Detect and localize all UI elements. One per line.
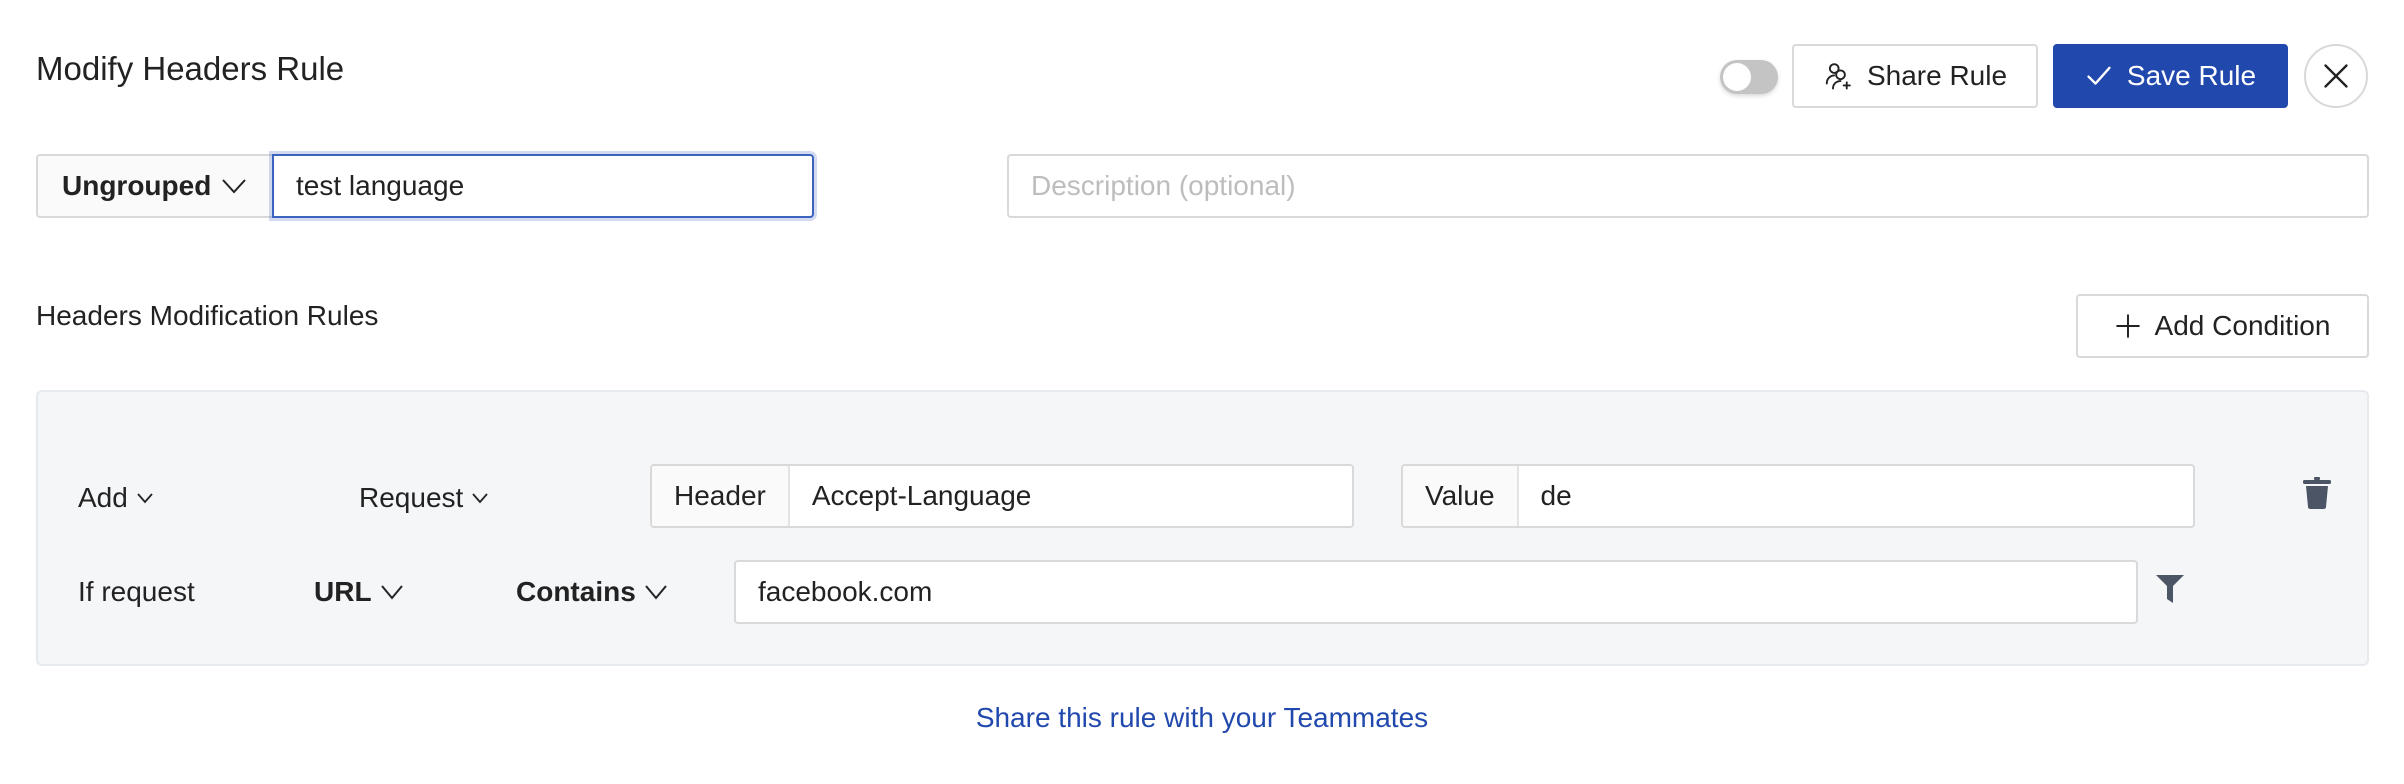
share-with-teammates-link[interactable]: Share this rule with your Teammates [0,702,2404,734]
action-dropdown-value: Add [78,482,128,513]
rule-pair-panel [36,390,2369,666]
target-dropdown[interactable]: Request [359,478,489,518]
value-addon-label: Value [1403,466,1519,526]
page-title: Modify Headers Rule [36,50,345,87]
rule-name-input[interactable] [272,154,814,218]
header-value-field: Value [1401,464,2195,528]
check-icon [2085,62,2113,90]
add-condition-label: Add Condition [2154,310,2331,341]
group-select-value: Ungrouped [62,170,212,201]
action-dropdown[interactable]: Add [78,478,154,518]
condition-label: If request [78,576,195,607]
header-addon-label: Header [652,466,790,526]
share-rule-label: Share Rule [1866,60,2008,91]
condition-operator-dropdown[interactable]: Contains [516,572,668,612]
chevron-down-icon [136,491,154,505]
save-rule-label: Save Rule [2126,60,2257,91]
condition-field-dropdown[interactable]: URL [314,572,404,612]
target-dropdown-value: Request [359,482,464,513]
header-name-field: Header [650,464,1354,528]
filter-icon[interactable] [2152,572,2188,606]
header-value-input[interactable] [1518,466,2193,526]
toggle-knob [1723,63,1751,91]
chevron-down-icon [380,583,404,601]
close-icon [2322,62,2350,90]
description-input[interactable] [1007,154,2369,218]
trash-icon[interactable] [2300,474,2334,512]
condition-value-input[interactable] [734,560,2138,624]
condition-operator-value: Contains [516,576,636,607]
rule-status-toggle[interactable] [1720,60,1778,94]
share-rule-button[interactable]: Share Rule [1792,44,2038,108]
close-button[interactable] [2304,44,2368,108]
add-condition-button[interactable]: Add Condition [2076,294,2369,358]
plus-icon [2115,313,2141,339]
chevron-down-icon [644,583,668,601]
save-rule-button[interactable]: Save Rule [2053,44,2288,108]
condition-field-value: URL [314,576,372,607]
chevron-down-icon [471,491,489,505]
share-users-icon [1823,61,1853,91]
group-select[interactable]: Ungrouped [36,154,274,218]
section-title: Headers Modification Rules [36,300,379,331]
chevron-down-icon [221,177,247,195]
header-name-input[interactable] [789,466,1352,526]
